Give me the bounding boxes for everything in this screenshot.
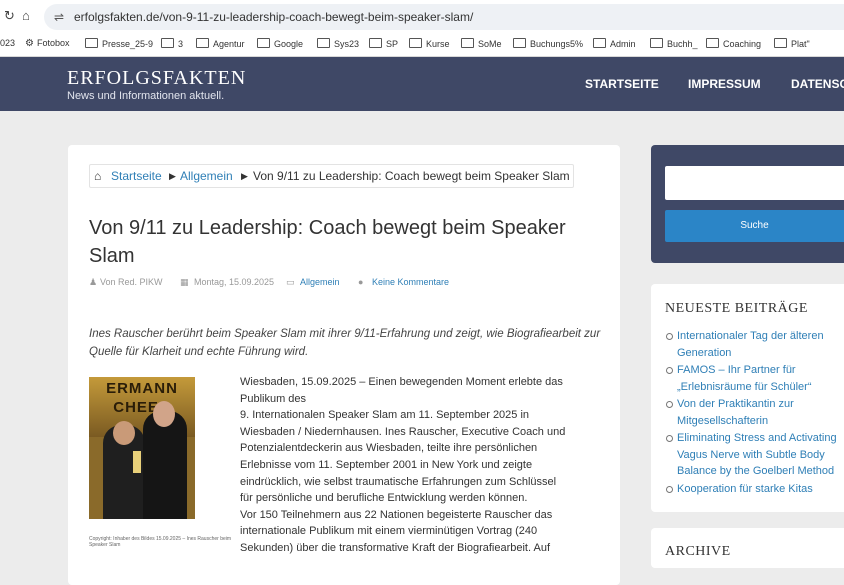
bookmark-folder[interactable]: Buchh_ [650,38,698,49]
person-man [143,411,187,519]
image-banner-text: ERMANN CHEER [106,380,178,416]
recent-post-link[interactable]: FAMOS – Ihr Partner für „Erlebnisräume fü… [665,362,844,395]
body-line: Wiesbaden, 15.09.2025 – Einen bewegenden… [240,376,563,388]
breadcrumb: ⌂ Startseite ▶ Allgemein ▶ Von 9/11 zu L… [89,164,574,188]
body-line: internationale Publikum mit einem viermi… [240,525,538,538]
bookmark-folder[interactable]: Presse_25-9 [85,38,153,49]
nav-startseite[interactable]: STARTSEITE [585,77,659,91]
article-lead: Ines Rauscher berührt beim Speaker Slam … [89,328,601,358]
url-field[interactable]: ⇌ erfolgsfakten.de/von-9-11-zu-leadershi… [44,4,844,30]
nav-datenschutz[interactable]: DATENSC [791,77,844,91]
breadcrumb-category[interactable]: Allgemein [180,169,233,183]
bookmark-folder[interactable]: Agentur [196,38,245,49]
award-trophy [133,451,141,473]
bookmark-fotobox[interactable]: ⚙ Fotobox [25,38,70,49]
folder-icon [650,38,663,48]
body-line: Vor 150 Teilnehmern aus 22 Nationen bege… [240,508,553,521]
breadcrumb-current: Von 9/11 zu Leadership: Coach bewegt bei… [253,169,570,183]
folder-icon [409,38,422,48]
folder-icon [593,38,606,48]
bookmark-folder[interactable]: Plat" [774,38,810,49]
bookmark-folder[interactable]: Coaching [706,38,761,49]
article-title: Von 9/11 zu Leadership: Coach bewegt bei… [89,217,566,267]
article-category-link[interactable]: Allgemein [300,277,340,287]
bookmark-folder[interactable]: Admin [593,38,636,49]
body-line: Publikum des [240,392,307,405]
url-text[interactable]: erfolgsfakten.de/von-9-11-zu-leadership-… [74,10,473,24]
article-image[interactable]: ERMANN CHEER [89,377,195,519]
bookmark-folder[interactable]: Buchungs5% [513,38,583,49]
browser-address-bar: ↻ ⌂ ⇌ erfolgsfakten.de/von-9-11-zu-leade… [0,0,844,35]
article-author: Von Red. PIKW [100,277,163,287]
bookmark-folder[interactable]: 3 [161,38,183,49]
recent-posts-title: NEUESTE BEITRÄGE [665,301,808,316]
recent-posts-list: Internationaler Tag der älteren Generatio… [665,328,844,498]
bookmark-folder[interactable]: Sys23 [317,38,359,49]
breadcrumb-home[interactable]: Startseite [111,169,162,183]
article-body: Wiesbaden, 15.09.2025 – Einen bewegenden… [240,374,600,557]
bookmarks-bar: 023 ⚙ Fotobox Presse_25-9 3 Agentur Googl… [0,34,844,57]
body-line: Wiesbaden / Niedernhausen. Ines Rauscher… [240,425,566,438]
search-button[interactable]: Suche [665,210,844,242]
body-line: 9. Internationalen Speaker Slam am 11. S… [240,409,530,422]
article-date: Montag, 15.09.2025 [194,277,275,287]
body-line: Erlebnisse vom 11. September 2001 in New… [240,458,533,471]
body-line: für persönliche und berufliche Entwicklu… [240,492,528,505]
article-comments-link[interactable]: Keine Kommentare [372,277,449,287]
site-tagline: News und Informationen aktuell. [67,90,225,102]
user-icon: ♟ [89,277,98,287]
gear-icon: ⚙ [25,38,34,49]
home-icon[interactable]: ⌂ [22,9,30,23]
recent-post-link[interactable]: Kooperation für starke Kitas [665,481,844,498]
folder-icon [513,38,526,48]
bookmark-folder[interactable]: Google [257,38,303,49]
image-caption: Copyright: Inhaber des Bildes 15.09.2025… [89,536,232,548]
comment-icon: ● [358,277,364,287]
folder-icon [369,38,382,48]
nav-impressum[interactable]: IMPRESSUM [688,77,761,91]
person-woman-head [113,421,135,445]
folder-icon [317,38,330,48]
archive-title: ARCHIVE [665,544,731,559]
site-settings-icon[interactable]: ⇌ [54,10,64,24]
recent-post-link[interactable]: Von der Praktikantin zur Mitgesellschafte… [665,396,844,429]
calendar-icon: ▦ [180,277,189,287]
recent-post-link[interactable]: Internationaler Tag der älteren Generatio… [665,328,844,361]
chevron-right-icon: ▶ [241,171,248,181]
home-icon: ⌂ [94,169,102,183]
folder-icon [774,38,787,48]
reload-icon[interactable]: ↻ [4,9,15,23]
person-man-head [153,401,175,427]
recent-post-link[interactable]: Eliminating Stress and Activating Vagus N… [665,430,844,480]
folder-icon [196,38,209,48]
folder-icon [706,38,719,48]
body-line: Sekunden) über die transformative Kraft … [240,541,551,554]
folder-icon [461,38,474,48]
folder-icon: ▭ [286,277,295,287]
search-widget [651,145,844,263]
site-brand[interactable]: ERFOLGSFAKTEN [67,67,246,90]
bookmark-folder[interactable]: SoMe [461,38,502,49]
body-line: Potenzialentdeckerin aus Wiesbaden, teil… [240,442,538,455]
body-line: eindrücklich, wie selbst traumatische Er… [240,475,557,488]
chevron-right-icon: ▶ [169,171,176,181]
search-input[interactable] [665,166,844,200]
folder-icon [257,38,270,48]
bookmark-folder[interactable]: SP [369,38,398,49]
bookmark-folder[interactable]: Kurse [409,38,450,49]
bookmark-partial[interactable]: 023 [0,38,15,48]
folder-icon [85,38,98,48]
folder-icon [161,38,174,48]
